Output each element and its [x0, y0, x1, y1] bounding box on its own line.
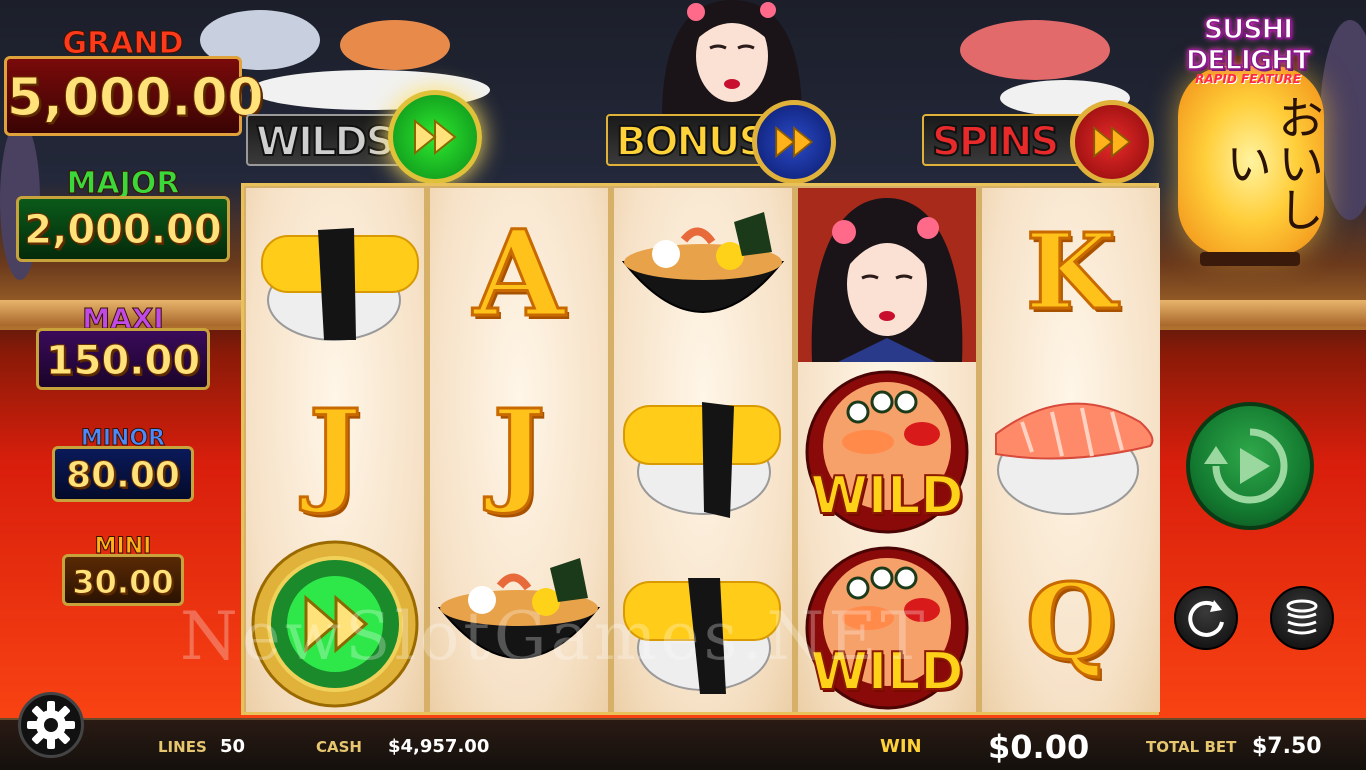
lantern-text: おいしい — [1219, 94, 1325, 232]
card-letter-j: J — [307, 385, 363, 519]
symbol-j: J — [430, 362, 608, 536]
fast-forward-icon — [752, 100, 836, 184]
cash-value: $4,957.00 — [388, 736, 490, 757]
bet-coins-button[interactable] — [1270, 586, 1334, 650]
symbol-ramen-bowl — [614, 188, 792, 362]
win-label: WIN — [880, 736, 922, 757]
symbol-wild: WILD — [798, 362, 976, 536]
symbol-k: K — [982, 188, 1160, 362]
autoplay-icon — [1188, 600, 1224, 637]
lines-label: LINES — [158, 738, 207, 756]
card-letter-q: Q — [1024, 559, 1118, 685]
card-letter-a: A — [472, 203, 567, 345]
watermark: NewSlotGames.NET — [180, 598, 929, 675]
spin-button[interactable] — [1186, 402, 1314, 530]
feature-bonus-label: BONUS — [606, 114, 776, 166]
total-bet-value: $7.50 — [1252, 734, 1322, 759]
card-letter-k: K — [1024, 209, 1117, 335]
coins-icon — [1286, 599, 1318, 635]
jackpot-minor-value: 80.00 — [52, 446, 194, 502]
game-subtitle: RAPID FEATURE — [1195, 72, 1301, 86]
lantern: おいしい — [1178, 66, 1325, 256]
symbol-j: J — [246, 362, 424, 536]
autoplay-button[interactable] — [1174, 586, 1238, 650]
fast-forward-icon — [388, 90, 482, 184]
symbol-salmon-sushi — [982, 362, 1160, 536]
wild-label: WILD — [809, 465, 964, 527]
bottom-bar: LINES 50 CASH $4,957.00 WIN $0.00 TOTAL … — [0, 718, 1366, 770]
jackpot-grand-value: 5,000.00 — [4, 56, 264, 136]
settings-button[interactable] — [18, 692, 84, 758]
symbol-q: Q — [982, 538, 1160, 712]
cash-label: CASH — [316, 738, 362, 756]
lantern-cap-bottom — [1200, 252, 1300, 266]
gear-icon — [27, 701, 75, 749]
symbol-a: A — [430, 188, 608, 362]
total-bet-label: TOTAL BET — [1146, 738, 1237, 756]
jackpot-mini-value: 30.00 — [62, 554, 184, 606]
spin-icon — [1204, 428, 1288, 504]
win-value: $0.00 — [988, 728, 1090, 766]
feature-spins-label: SPINS — [922, 114, 1092, 166]
lines-value: 50 — [220, 736, 246, 757]
game-title: SUSHI DELIGHT — [1185, 13, 1312, 77]
game-logo: SUSHI DELIGHT RAPID FEATURE — [1140, 13, 1356, 86]
jackpot-maxi-value: 150.00 — [36, 328, 210, 390]
jackpot-major-value: 2,000.00 — [16, 196, 230, 262]
card-letter-j: J — [491, 385, 547, 519]
symbol-tamago-sushi — [246, 188, 424, 362]
symbol-tamago-sushi — [614, 362, 792, 536]
reel-5: K Q — [982, 188, 1160, 712]
fast-forward-icon — [1070, 100, 1154, 184]
symbol-geisha — [798, 188, 976, 362]
